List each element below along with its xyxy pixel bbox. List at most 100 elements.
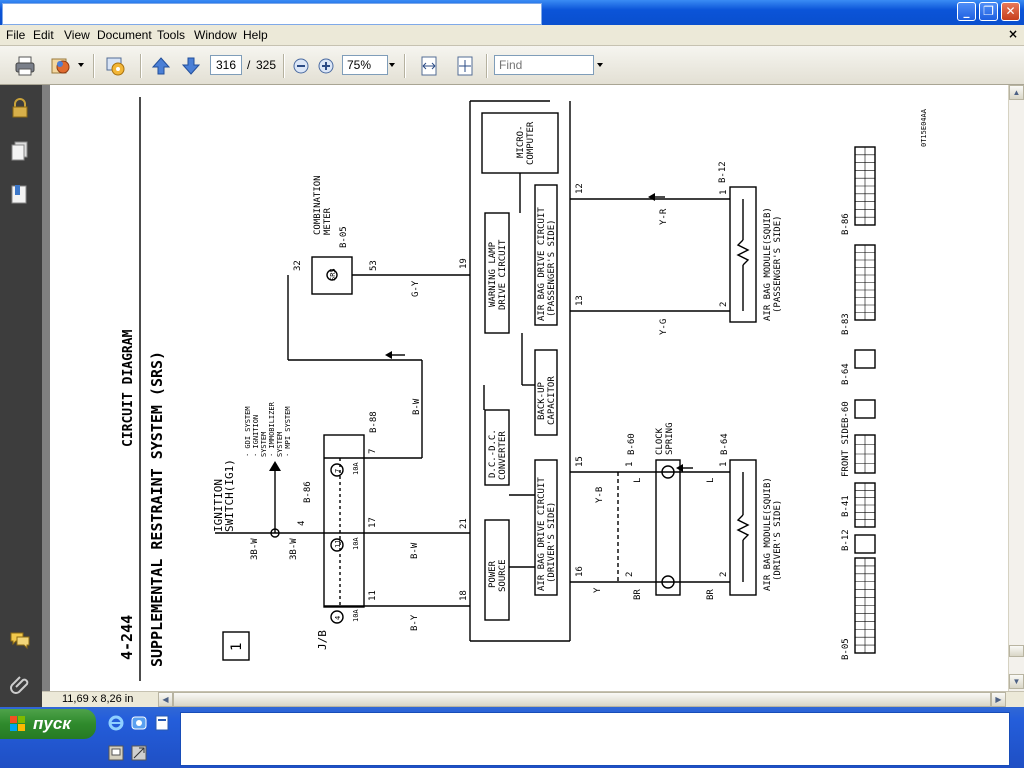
menu-bar: File Edit View Document Tools Window Hel… [0, 25, 1024, 46]
settings-tool-icon[interactable] [131, 745, 147, 761]
next-page-icon[interactable] [180, 55, 202, 77]
driver-module-label: AIR BAG MODULE(SQUIB) [763, 477, 773, 591]
wire-color: B-Y [410, 614, 420, 631]
pages-icon[interactable] [9, 140, 31, 162]
menu-file[interactable]: File [6, 28, 25, 42]
zoom-level-field[interactable]: 75% [342, 55, 388, 75]
scroll-right-button[interactable]: ▶ [991, 692, 1006, 707]
wire-color: 3B-W [289, 538, 299, 560]
find-input[interactable] [494, 55, 594, 75]
minimize-button[interactable]: _ [957, 2, 976, 21]
menu-document[interactable]: Document [97, 28, 152, 42]
fit-width-icon[interactable] [418, 55, 440, 77]
bookmarks-icon[interactable] [9, 183, 31, 205]
wire-color: B-W [412, 398, 422, 415]
drawing-code: 0T15E04AA [920, 108, 928, 147]
previous-page-icon[interactable] [150, 55, 172, 77]
pin-number: 2 [625, 572, 635, 577]
fuse-rating: 10A [352, 609, 360, 622]
documents-icon[interactable] [154, 715, 170, 731]
passenger-module-label: AIR BAG MODULE(SQUIB) [763, 207, 773, 321]
srs-circuit-diagram: 4-244 CIRCUIT DIAGRAM SUPPLEMENTAL RESTR… [118, 97, 928, 681]
scroll-down-button[interactable]: ▼ [1009, 674, 1024, 689]
scroll-thumb[interactable] [1009, 645, 1024, 657]
menu-window[interactable]: Window [194, 28, 237, 42]
scroll-up-button[interactable]: ▲ [1009, 85, 1024, 100]
toolbar-separator [486, 54, 488, 78]
pin-number: 19 [459, 258, 469, 269]
organizer-icon[interactable] [50, 55, 72, 77]
vertical-scrollbar[interactable]: ▲ ▼ [1008, 85, 1024, 691]
fit-page-icon[interactable] [454, 55, 476, 77]
fuse-number: 4 [334, 616, 342, 620]
pin-number: 4 [297, 521, 307, 526]
toolbar-separator [283, 54, 285, 78]
zoom-out-icon[interactable] [290, 55, 312, 77]
block-microcomputer: COMPUTER [526, 121, 536, 165]
taskbar-window-list[interactable] [180, 712, 1010, 766]
block-driver-drive: AIR BAG DRIVE CIRCUIT [537, 477, 547, 591]
connector-id: B-83 [841, 313, 851, 335]
menu-edit[interactable]: Edit [33, 28, 54, 42]
horizontal-scroll-thumb[interactable] [173, 692, 991, 707]
screenshot-tool-icon[interactable] [108, 745, 124, 761]
organizer-dropdown-arrow[interactable] [78, 63, 84, 67]
zoom-dropdown-arrow[interactable] [389, 63, 395, 67]
pin-number: 13 [575, 295, 585, 306]
connected-system-label: · IGNITION [252, 415, 260, 457]
pin-number: 2 [719, 302, 729, 307]
media-icon[interactable] [131, 715, 147, 731]
block-passenger-drive: AIR BAG DRIVE CIRCUIT [537, 207, 547, 321]
start-button[interactable]: пуск [0, 709, 96, 739]
secure-settings-icon[interactable] [104, 55, 126, 77]
connector-id: B-88 [369, 411, 379, 433]
block-passenger-drive: (PASSENGER'S SIDE) [547, 219, 557, 317]
horizontal-scrollbar[interactable]: ◀ ▶ [158, 692, 1006, 707]
attachments-paperclip-icon[interactable] [9, 673, 31, 695]
page-number-input[interactable] [210, 55, 242, 75]
comments-icon[interactable] [9, 629, 31, 651]
menu-help[interactable]: Help [243, 28, 268, 42]
connector-id: B-60 [627, 433, 637, 455]
wire-color: BR [706, 589, 716, 600]
connector-id: B-12 [841, 529, 851, 551]
print-icon[interactable] [14, 55, 36, 77]
scroll-left-button[interactable]: ◀ [158, 692, 173, 707]
connected-system-label: · IMMOBILIZER [268, 401, 276, 457]
front-side-label: FRONT SIDE [841, 423, 851, 477]
wire-color: Y-G [659, 319, 669, 335]
clock-spring-label: CLOCK [655, 427, 665, 455]
document-viewport[interactable]: 4-244 CIRCUIT DIAGRAM SUPPLEMENTAL RESTR… [42, 85, 1008, 691]
internet-explorer-icon[interactable] [108, 715, 124, 731]
document-close-button[interactable]: × [1008, 27, 1018, 41]
figure-number: 1 [229, 643, 245, 651]
zoom-in-icon[interactable] [315, 55, 337, 77]
security-lock-icon[interactable] [9, 97, 31, 119]
connected-system-label: SYSTEM [276, 432, 284, 457]
maximize-button[interactable]: ❐ [979, 2, 998, 21]
pin-number: 12 [575, 183, 585, 194]
block-backup-capacitor: BACK-UP [537, 381, 547, 420]
fuse-rating: 10A [352, 462, 360, 475]
taskbar: пуск [0, 707, 1024, 768]
close-button[interactable]: ✕ [1001, 2, 1020, 21]
find-dropdown-arrow[interactable] [597, 63, 603, 67]
block-driver-drive: (DRIVER'S SIDE) [547, 502, 557, 583]
junction-block-label: J/B [316, 630, 329, 650]
connected-system-label: SYSTEM [260, 432, 268, 457]
pdf-page: 4-244 CIRCUIT DIAGRAM SUPPLEMENTAL RESTR… [50, 85, 1008, 691]
connector-id: B-41 [841, 495, 851, 517]
connector-id: B-86 [841, 213, 851, 235]
menu-tools[interactable]: Tools [157, 28, 185, 42]
connected-system-label: · MPI SYSTEM [284, 406, 292, 457]
wire-color: Y-B [595, 487, 605, 503]
menu-view[interactable]: View [64, 28, 90, 42]
pin-number: 1 [719, 462, 729, 467]
fuse-number: 11 [334, 540, 342, 548]
windows-flag-icon [10, 716, 25, 731]
wire-color: L [633, 478, 643, 483]
pin-number: 1 [625, 462, 635, 467]
connector-id: B-64 [841, 363, 851, 385]
page-total: 325 [256, 58, 277, 72]
pin-number: 17 [368, 517, 378, 528]
